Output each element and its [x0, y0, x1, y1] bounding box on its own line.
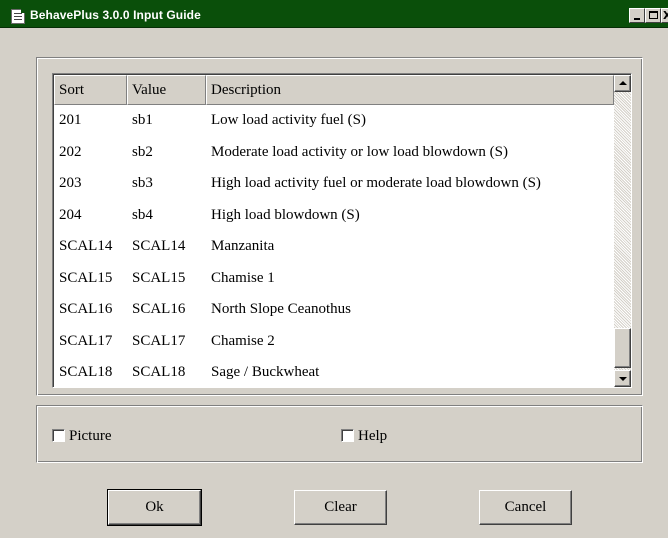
cell-value: sb4 [132, 206, 153, 223]
cell-description: Chamise 2 [211, 332, 275, 349]
cell-description: High load blowdown (S) [211, 206, 360, 223]
window-title: BehavePlus 3.0.0 Input Guide [30, 8, 201, 22]
title-bar: BehavePlus 3.0.0 Input Guide X [0, 0, 668, 28]
cell-value: SCAL17 [132, 332, 186, 349]
cell-value: sb1 [132, 112, 153, 128]
cell-description: Sage / Buckwheat [211, 364, 320, 380]
cell-sort: 203 [59, 175, 82, 191]
cell-value: SCAL16 [132, 301, 186, 317]
column-header-description[interactable]: Description [206, 75, 614, 105]
column-header-sort[interactable]: Sort [54, 75, 127, 105]
options-groupbox [36, 405, 643, 463]
cell-sort: SCAL17 [59, 332, 113, 349]
scroll-up-button[interactable] [614, 75, 631, 92]
cell-sort: SCAL18 [59, 364, 113, 380]
table-row[interactable]: 204 sb4 High load blowdown (S) [54, 200, 614, 232]
table-row[interactable]: 201 sb1 Low load activity fuel (S) [54, 105, 614, 137]
table-rows: 201 sb1 Low load activity fuel (S) 202 s… [54, 105, 614, 387]
arrow-up-icon [619, 81, 627, 85]
cell-description: Moderate load activity or low load blowd… [211, 143, 509, 160]
cell-description: Chamise 1 [211, 269, 275, 286]
table-row[interactable]: SCAL18 SCAL18 Sage / Buckwheat [54, 357, 614, 387]
checkbox-box[interactable] [341, 429, 354, 442]
minimize-button[interactable] [629, 8, 645, 23]
table-row[interactable]: 202 sb2 Moderate load activity or low lo… [54, 137, 614, 169]
cell-value: SCAL14 [132, 238, 186, 254]
table-row[interactable]: 203 sb3 High load activity fuel or moder… [54, 168, 614, 200]
maximize-button[interactable] [645, 8, 661, 23]
scroll-down-button[interactable] [614, 370, 631, 387]
minimize-icon [634, 18, 640, 20]
column-header-value[interactable]: Value [127, 75, 206, 105]
cancel-button[interactable]: Cancel [479, 490, 572, 525]
input-guide-list[interactable]: Sort Value Description 201 sb1 Low load … [52, 73, 632, 388]
column-headers: Sort Value Description [54, 75, 614, 105]
help-checkbox-label: Help [358, 428, 388, 444]
checkbox-box[interactable] [52, 429, 65, 442]
cell-sort: 202 [59, 143, 82, 160]
arrow-down-icon [619, 377, 627, 381]
table-row[interactable]: SCAL15 SCAL15 Chamise 1 [54, 263, 614, 295]
scrollbar-thumb[interactable] [614, 328, 631, 368]
cell-sort: SCAL15 [59, 269, 113, 286]
cell-description: Low load activity fuel (S) [211, 112, 366, 128]
clear-button[interactable]: Clear [294, 490, 387, 525]
cell-description: North Slope Ceanothus [211, 301, 351, 317]
cell-sort: SCAL14 [59, 238, 113, 254]
ok-button[interactable]: Ok [108, 490, 201, 525]
maximize-icon [648, 11, 658, 19]
app-document-icon [11, 9, 25, 24]
cell-value: sb3 [132, 175, 153, 191]
table-row[interactable]: SCAL16 SCAL16 North Slope Ceanothus [54, 294, 614, 326]
cell-description: Manzanita [211, 238, 275, 254]
picture-checkbox-label: Picture [69, 428, 112, 444]
cell-value: SCAL18 [132, 364, 186, 380]
table-row[interactable]: SCAL17 SCAL17 Chamise 2 [54, 326, 614, 358]
close-button[interactable]: X [661, 8, 668, 23]
cell-sort: 204 [59, 206, 82, 223]
vertical-scrollbar[interactable] [614, 75, 631, 387]
cell-value: SCAL15 [132, 269, 186, 286]
cell-sort: SCAL16 [59, 301, 113, 317]
cell-value: sb2 [132, 143, 153, 160]
cell-sort: 201 [59, 112, 82, 128]
table-row[interactable]: SCAL14 SCAL14 Manzanita [54, 231, 614, 263]
cell-description: High load activity fuel or moderate load… [211, 175, 541, 191]
